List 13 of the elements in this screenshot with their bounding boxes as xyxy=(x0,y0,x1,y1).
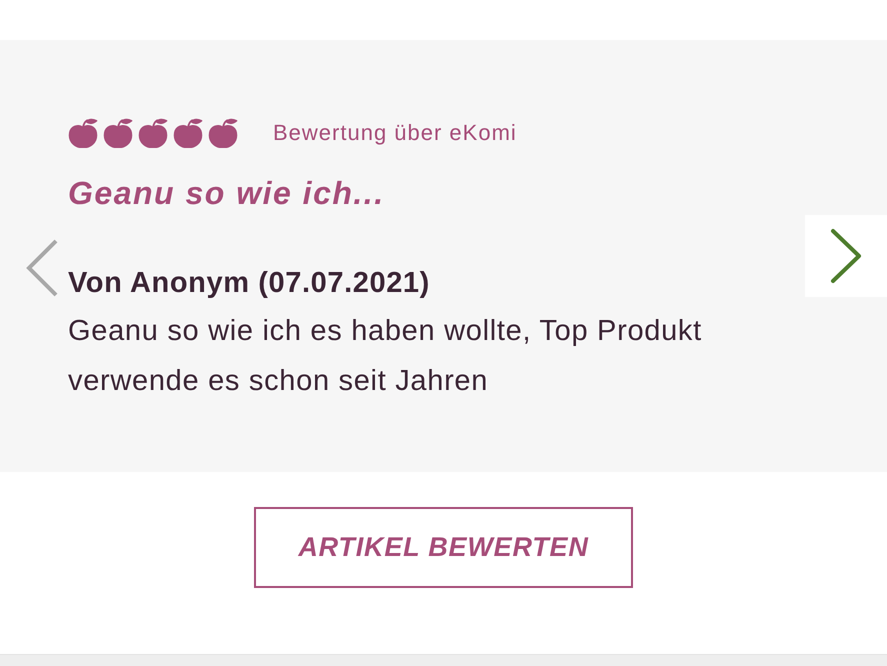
review-text: Geanu so wie ich es haben wollte, Top Produkt verwende es schon seit Jahren xyxy=(68,314,703,399)
review-author: Von Anonym (07.07.2021) xyxy=(68,266,430,300)
review-title: Geanu so wie ich... xyxy=(68,175,385,211)
apple-icon xyxy=(68,118,98,148)
rating-source: Bewertung über eKomi xyxy=(273,120,517,146)
apple-icon xyxy=(173,118,203,148)
apple-icon xyxy=(103,118,133,148)
rate-article-button[interactable]: ARTIKEL BEWERTEN xyxy=(254,507,633,588)
chevron-left-icon xyxy=(25,239,59,297)
next-button[interactable] xyxy=(805,215,887,297)
chevron-right-icon xyxy=(830,228,862,284)
apple-icon xyxy=(208,118,238,148)
apple-icon xyxy=(138,118,168,148)
